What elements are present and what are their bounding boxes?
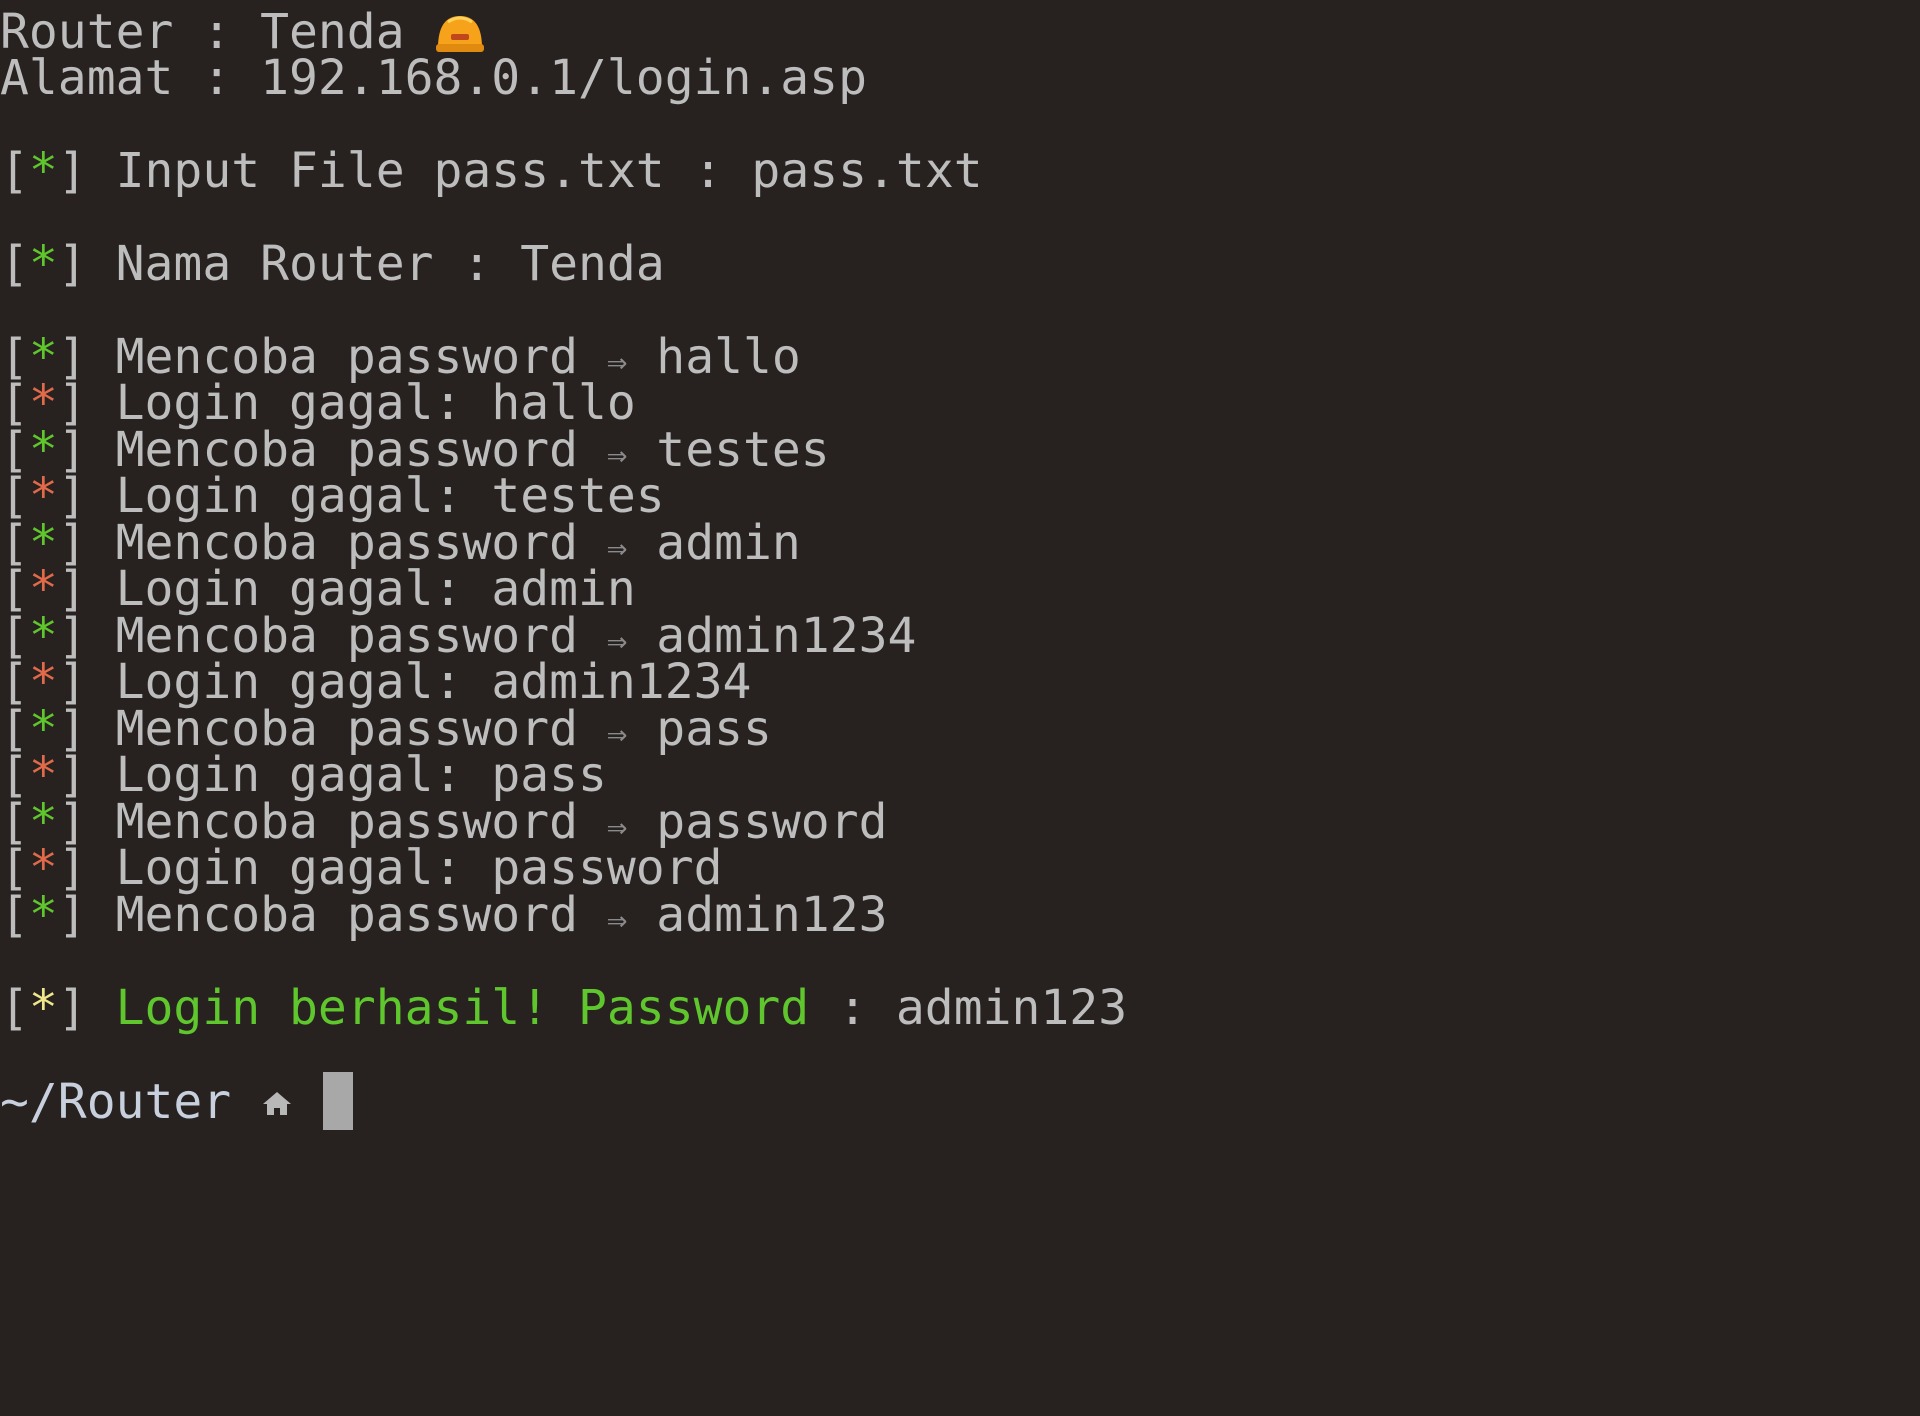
address-label: Alamat [0, 50, 174, 106]
attempt-password: admin [656, 515, 801, 571]
star-green: * [28, 143, 58, 199]
address-line: Alamat : 192.168.0.1/login.asp [0, 50, 867, 107]
bracket-close: ] [57, 980, 87, 1036]
terminal-cursor[interactable] [323, 1072, 353, 1130]
attempt-password: testes [656, 422, 830, 478]
router-name-separator: : [462, 236, 492, 292]
input-file-text: Input File pass.txt [115, 143, 665, 199]
bracket-close: ] [57, 236, 87, 292]
input-file-line: [*] Input File pass.txt : pass.txt [0, 143, 983, 200]
success-separator: : [838, 980, 867, 1036]
attempt-password: pass [656, 701, 772, 757]
success-password: admin123 [895, 980, 1128, 1036]
star-yellow: * [28, 980, 58, 1036]
helmet-icon [435, 16, 484, 52]
terminal-window[interactable]: Router : Tenda Alamat : 192.168.0.1/logi… [0, 0, 1920, 1416]
prompt-path: ~/Router [0, 1074, 232, 1130]
address-separator: : [202, 50, 232, 106]
router-name-line: [*] Nama Router : Tenda [0, 236, 665, 293]
bracket-open: [ [0, 236, 29, 292]
bracket-open: [ [0, 143, 29, 199]
bracket-open: [ [0, 980, 29, 1036]
star-green: * [28, 236, 58, 292]
house-icon [263, 1092, 292, 1115]
bracket-close: ] [57, 887, 87, 943]
arrow-icon: ⇒ [606, 714, 628, 754]
attempt-line: [*] Mencoba password ⇒ admin123 [0, 887, 887, 944]
success-line: [*] Login berhasil! Password : admin123 [0, 980, 1127, 1037]
router-name-value: Tenda [520, 236, 665, 292]
success-text: Login berhasil! Password [115, 980, 810, 1036]
input-file-value: pass.txt [751, 143, 983, 199]
address-value: 192.168.0.1/login.asp [260, 50, 867, 106]
attempt-password: hallo [656, 329, 801, 385]
attempt-label: Mencoba password [115, 887, 578, 943]
router-name-text: Nama Router [115, 236, 434, 292]
arrow-icon: ⇒ [606, 900, 628, 940]
attempt-password: admin123 [656, 887, 888, 943]
bracket-open: [ [0, 887, 29, 943]
input-file-separator: : [693, 143, 723, 199]
bracket-close: ] [57, 143, 87, 199]
shell-prompt[interactable]: ~/Router [0, 1072, 353, 1130]
star-green: * [28, 887, 58, 943]
